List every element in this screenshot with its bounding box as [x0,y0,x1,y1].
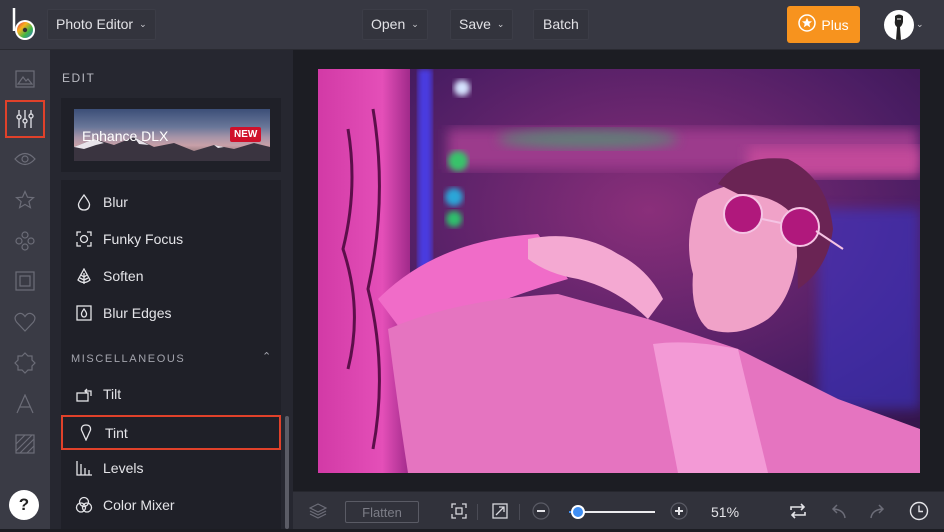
menu-item-tilt[interactable]: Tilt [61,377,281,411]
fit-screen-icon [451,503,467,519]
heart-icon [14,312,36,332]
menu-item-blur-edges[interactable]: Blur Edges [61,296,281,330]
rail-item-touch-up[interactable] [5,140,45,178]
zoom-percentage: 51% [711,504,740,520]
rail-item-effects[interactable] [5,181,45,219]
layers-icon [309,503,327,519]
plus-upgrade-button[interactable]: Plus [787,6,860,43]
levels-icon [75,459,93,477]
color-mixer-icon [75,496,93,514]
star-badge-icon [798,14,817,35]
flatten-button[interactable]: Flatten [345,501,419,523]
user-avatar[interactable] [884,10,914,40]
rail-item-image[interactable] [5,60,45,98]
star-icon [15,190,35,209]
zoom-out-button[interactable] [531,492,551,530]
help-button[interactable]: ? [9,490,39,520]
drop-icon [75,193,93,211]
compare-button[interactable] [787,492,809,530]
minus-circle-icon [532,502,550,520]
app-logo[interactable] [11,7,39,41]
tint-icon [77,424,95,442]
focus-icon [75,230,93,248]
new-badge: NEW [230,127,262,142]
plus-label: Plus [821,16,849,33]
bottom-toolbar: Flatten 51% [293,491,944,529]
undo-button[interactable] [828,492,848,530]
fit-to-screen-button[interactable] [449,492,469,530]
menu-item-label: Soften [103,268,144,284]
leaf-icon [75,267,93,285]
chevron-down-icon: ⌄ [496,19,505,29]
divider [477,504,478,520]
batch-label: Batch [543,16,579,32]
clock-icon [909,501,929,521]
zoom-slider-handle[interactable] [570,505,585,519]
history-button[interactable] [908,492,930,530]
menu-item-levels[interactable]: Levels [61,451,281,485]
photo-canvas[interactable] [318,69,920,473]
batch-button[interactable]: Batch [533,9,589,40]
tool-category-rail: ? [0,50,50,529]
swap-arrows-icon [790,503,806,519]
badge-icon [14,352,36,374]
save-label: Save [459,16,491,32]
menu-item-soften[interactable]: Soften [61,259,281,293]
layers-button[interactable] [307,492,329,530]
expand-arrow-icon [492,503,508,519]
rail-item-overlays[interactable] [5,344,45,382]
rail-item-patterns[interactable] [5,425,45,463]
rail-item-edit[interactable] [5,100,45,138]
open-menu-button[interactable]: Open ⌄ [362,9,428,40]
save-menu-button[interactable]: Save ⌄ [450,9,514,40]
enhance-dlx-banner[interactable]: Enhance DLX NEW [74,109,270,161]
menu-item-label: Color Mixer [103,497,175,513]
menu-item-label: Blur Edges [103,305,172,321]
menu-item-label: Tint [105,424,128,441]
text-icon [16,394,34,414]
top-bar: Photo Editor ⌄ Open ⌄ Save ⌄ Batch Plus … [0,0,944,50]
panel-scrollbar[interactable] [285,416,289,529]
tinted-photo [318,69,920,473]
actual-size-button[interactable] [490,492,510,530]
zoom-in-button[interactable] [669,492,689,530]
chevron-down-icon: ⌄ [139,19,147,29]
edit-panel: EDIT Enhance DLX NEW Blur Funky Focus So… [50,50,293,529]
panel-title: EDIT [62,71,96,85]
sliders-icon [16,110,34,128]
frame-icon [15,271,35,291]
plus-circle-icon [670,502,688,520]
menu-item-tint[interactable]: Tint [61,415,281,450]
menu-item-funky-focus[interactable]: Funky Focus [61,222,281,256]
open-label: Open [371,16,406,32]
chevron-down-icon[interactable]: ⌄ [916,19,924,30]
divider [519,504,520,520]
rail-item-text[interactable] [5,385,45,423]
app-switcher-label: Photo Editor [56,16,134,32]
app-switcher-dropdown[interactable]: Photo Editor ⌄ [47,9,156,40]
chevron-up-icon[interactable]: ⌃ [262,350,271,363]
section-label-miscellaneous: MISCELLANEOUS [71,353,186,365]
menu-item-label: Levels [103,460,144,476]
circles-cluster-icon [15,231,35,251]
menu-item-label: Funky Focus [103,231,184,247]
redo-button[interactable] [868,492,888,530]
rail-item-frames[interactable] [5,262,45,300]
redo-icon [870,504,885,519]
rail-item-graphics[interactable] [5,303,45,341]
menu-item-blur[interactable]: Blur [61,185,281,219]
chevron-down-icon: ⌄ [411,19,419,29]
undo-icon [831,504,846,519]
menu-item-label: Tilt [103,386,122,402]
menu-item-label: Blur [103,194,128,210]
hatch-icon [15,434,35,454]
eye-icon [14,152,36,166]
image-icon [15,70,35,88]
menu-item-color-mixer[interactable]: Color Mixer [61,488,281,522]
enhance-dlx-label: Enhance DLX [82,128,169,144]
blur-edges-icon [75,304,93,322]
rail-item-textures[interactable] [5,222,45,260]
tilt-icon [75,385,93,403]
canvas-area [293,50,944,491]
